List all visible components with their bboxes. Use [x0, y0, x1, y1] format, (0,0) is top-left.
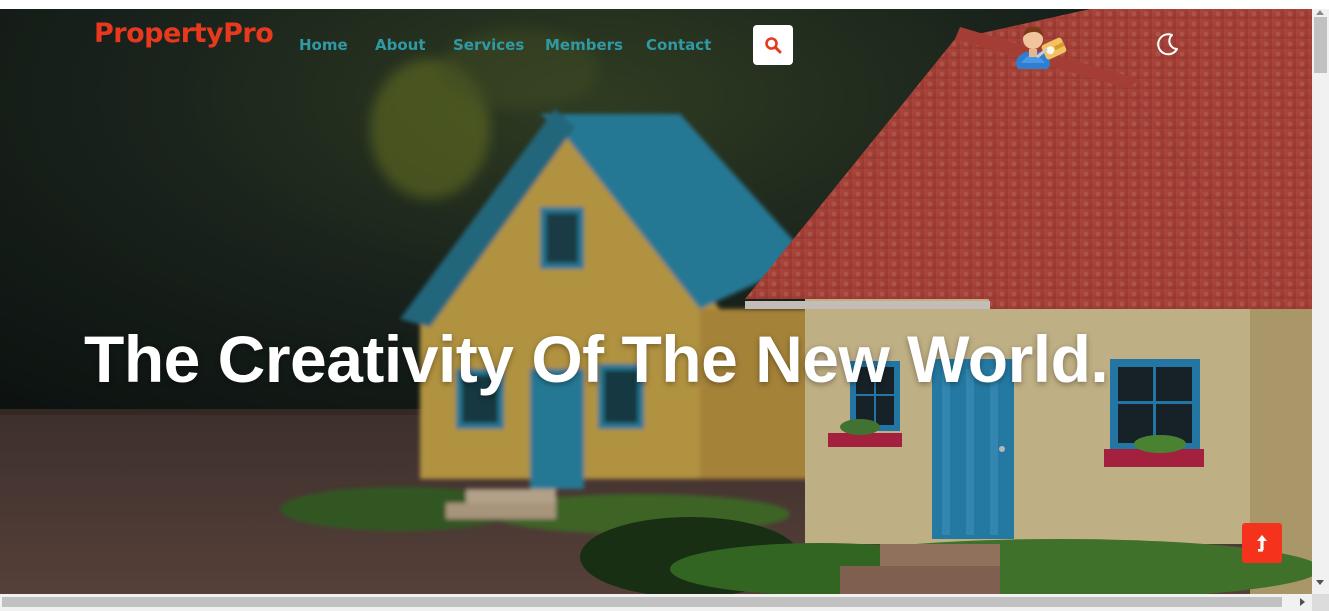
- scroll-down-arrow-icon[interactable]: [1316, 580, 1324, 585]
- top-navbar: PropertyPro Home About Services Members …: [0, 9, 1312, 81]
- search-icon: [765, 37, 782, 54]
- vertical-scroll-thumb[interactable]: [1314, 17, 1327, 73]
- nav-link-services[interactable]: Services: [453, 36, 524, 54]
- brand-logo[interactable]: PropertyPro: [94, 18, 274, 49]
- moon-icon: [1157, 33, 1178, 56]
- nav-link-contact[interactable]: Contact: [646, 36, 711, 54]
- window-top-strip: [0, 0, 1329, 9]
- hero-title: The Creativity Of The New World.: [84, 322, 1109, 396]
- theme-toggle-button[interactable]: [1155, 31, 1181, 57]
- nav-link-about[interactable]: About: [375, 36, 426, 54]
- horizontal-scrollbar[interactable]: [0, 594, 1312, 611]
- arrow-up-icon: [1257, 535, 1267, 552]
- user-avatar-button[interactable]: [1015, 19, 1067, 75]
- scroll-to-top-button[interactable]: [1242, 523, 1282, 563]
- scroll-right-arrow-icon[interactable]: [1300, 598, 1305, 606]
- nav-link-home[interactable]: Home: [299, 36, 348, 54]
- scroll-up-arrow-icon[interactable]: [1316, 10, 1324, 15]
- user-key-avatar-icon: [1016, 26, 1067, 75]
- search-button[interactable]: [753, 25, 793, 65]
- nav-link-members[interactable]: Members: [545, 36, 623, 54]
- vertical-scrollbar[interactable]: [1312, 9, 1329, 594]
- horizontal-scroll-thumb[interactable]: [2, 597, 1282, 607]
- hero-background-image: [0, 9, 1312, 594]
- scrollbar-corner: [1312, 594, 1329, 611]
- page-viewport: PropertyPro Home About Services Members …: [0, 9, 1312, 594]
